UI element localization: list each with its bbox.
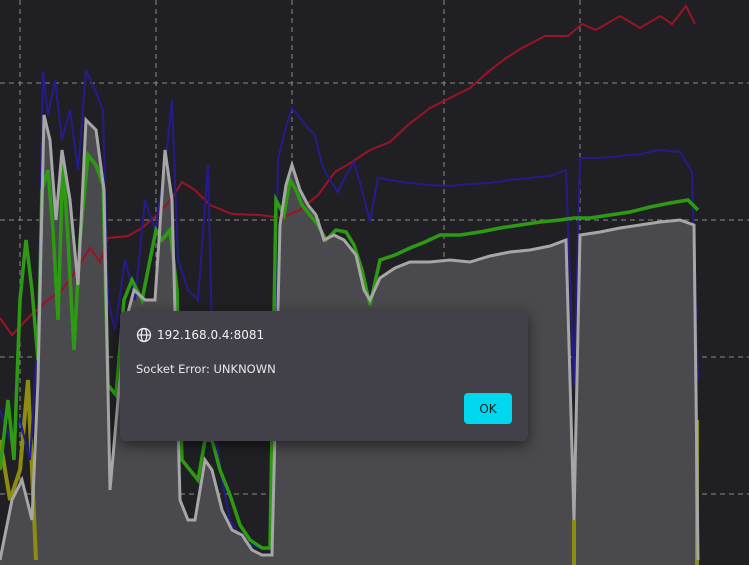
dialog-header: 192.168.0.4:8081: [136, 326, 264, 344]
alert-dialog: 192.168.0.4:8081 Socket Error: UNKNOWN O…: [120, 311, 528, 441]
chart-canvas: [0, 0, 749, 565]
monitoring-chart: [0, 0, 749, 565]
ok-button[interactable]: OK: [464, 393, 512, 424]
globe-icon: [136, 327, 152, 343]
dialog-origin: 192.168.0.4:8081: [157, 328, 265, 342]
dialog-message: Socket Error: UNKNOWN: [136, 362, 276, 376]
